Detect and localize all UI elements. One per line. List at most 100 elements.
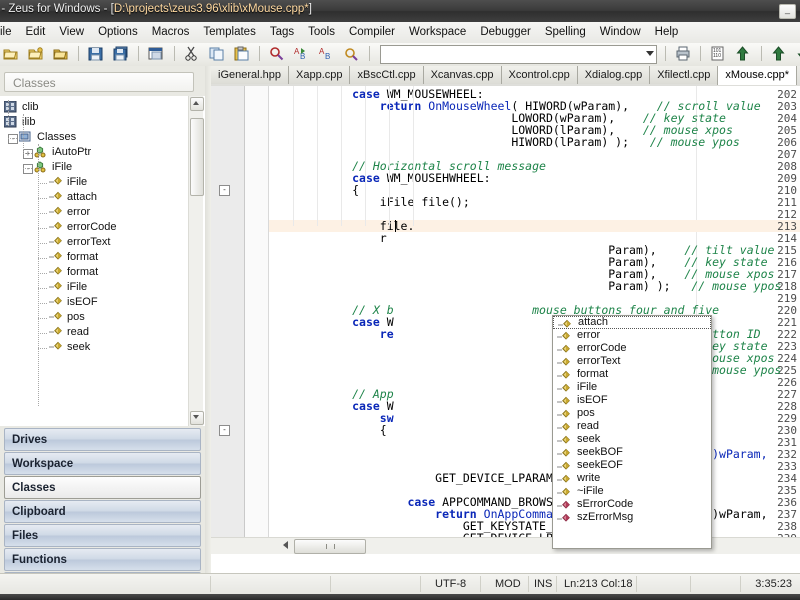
menu-item-tools[interactable]: Tools [301,22,342,41]
find-in-files-icon[interactable] [341,43,363,64]
window-icon[interactable] [145,43,167,64]
autocomplete-item[interactable]: pos [553,407,711,420]
minimize-button[interactable]: _ [779,4,796,19]
autocomplete-item[interactable]: seekEOF [553,459,711,472]
fold-toggle[interactable]: - [219,185,230,196]
tree-item[interactable]: errorText [0,235,190,250]
toolbar-combo[interactable] [380,45,657,64]
open-folder-icon[interactable] [0,43,22,64]
tree-item[interactable]: error [0,205,190,220]
tree-item[interactable]: format [0,265,190,280]
class-tree-scrollbar[interactable] [188,96,203,426]
tree-item[interactable]: seek [0,340,190,355]
autocomplete-item[interactable]: attach [553,316,711,329]
editor-tab-xcanvascpp[interactable]: Xcanvas.cpp [424,66,502,84]
editor-tab-xdialogcpp[interactable]: Xdialog.cpp [578,66,651,84]
editor-tab-xbscctlcpp[interactable]: xBscCtl.cpp [350,66,423,84]
print-icon[interactable] [672,43,694,64]
open-folder-3-icon[interactable] [50,43,72,64]
autocomplete-item[interactable]: seekBOF [553,446,711,459]
menu-item-macros[interactable]: Macros [145,22,197,41]
scroll-up-arrow[interactable] [190,97,204,111]
autocomplete-item[interactable]: seek [553,433,711,446]
autocomplete-item[interactable]: format [553,368,711,381]
tree-item[interactable]: iFile [0,280,190,295]
code-view[interactable]: 202 case WM_MOUSEWHEEL:203 return OnMous… [211,86,800,554]
menu-item-tags[interactable]: Tags [263,22,301,41]
editor-tab-xcontrolcpp[interactable]: Xcontrol.cpp [502,66,578,84]
autocomplete-item[interactable]: iFile [553,381,711,394]
sidebar-panel-classes[interactable]: Classes [4,476,201,499]
save-icon[interactable] [85,43,107,64]
indent-guide [413,86,414,226]
menu-item-templates[interactable]: Templates [196,22,262,41]
class-tree[interactable]: clibilib-Classes+iAutoPtr-iFileiFileatta… [0,96,205,426]
tree-item[interactable]: +iAutoPtr [0,145,190,160]
tree-expander[interactable]: - [23,164,33,174]
fold-column[interactable] [245,86,269,554]
sidebar-panel-clipboard[interactable]: Clipboard [4,500,201,523]
tree-item[interactable]: ilib [0,115,190,130]
autocomplete-item[interactable]: errorText [553,355,711,368]
line-numbers-icon[interactable]: 101110 [707,43,729,64]
tree-expander[interactable]: + [23,149,33,159]
method-icon [557,487,573,497]
save-all-icon[interactable] [110,43,132,64]
tree-item[interactable]: iFile [0,175,190,190]
scroll-down-arrow[interactable] [190,411,204,425]
autocomplete-item[interactable]: sErrorCode [553,498,711,511]
autocomplete-item[interactable]: isEOF [553,394,711,407]
tree-item[interactable]: format [0,250,190,265]
menu-item-workspace[interactable]: Workspace [402,22,473,41]
tree-item[interactable]: pos [0,310,190,325]
menu-item-view[interactable]: View [52,22,91,41]
bookmark-down-icon[interactable] [793,43,800,64]
tree-expander[interactable]: - [8,134,18,144]
tree-item[interactable]: clib [0,100,190,115]
tree-item[interactable]: -Classes [0,130,190,145]
tree-item[interactable]: -iFile [0,160,190,175]
replace-2-icon[interactable]: AB [316,43,338,64]
copy-icon[interactable] [206,43,228,64]
tree-item[interactable]: attach [0,190,190,205]
paste-icon[interactable] [231,43,253,64]
menu-item-window[interactable]: Window [593,22,648,41]
menu-item-options[interactable]: Options [91,22,145,41]
cut-icon[interactable] [181,43,203,64]
sidebar-panel-drives[interactable]: Drives [4,428,201,451]
svg-text:110: 110 [713,53,721,59]
menu-item-edit[interactable]: Edit [19,22,53,41]
find-icon[interactable] [266,43,288,64]
autocomplete-item[interactable]: read [553,420,711,433]
replace-icon[interactable]: AB [291,43,313,64]
sidebar-panel-files[interactable]: Files [4,524,201,547]
autocomplete-item[interactable]: szErrorMsg [553,511,711,524]
scroll-left-arrow[interactable] [283,541,288,549]
hscrollbar-thumb[interactable] [294,539,366,554]
tree-item[interactable]: isEOF [0,295,190,310]
autocomplete-item[interactable]: errorCode [553,342,711,355]
menu-item-ile[interactable]: ile [0,22,19,41]
bookmark-up-icon[interactable] [732,43,754,64]
sidebar-panel-workspace[interactable]: Workspace [4,452,201,475]
autocomplete-item[interactable]: write [553,472,711,485]
autocomplete-item[interactable]: ~iFile [553,485,711,498]
tree-connector [38,288,47,289]
menu-item-compiler[interactable]: Compiler [342,22,402,41]
tree-item[interactable]: read [0,325,190,340]
sidebar-panel-functions[interactable]: Functions [4,548,201,571]
editor-tab-xfilectlcpp[interactable]: Xfilectl.cpp [650,66,718,84]
editor-tab-igeneralhpp[interactable]: iGeneral.hpp [211,66,289,84]
scrollbar-thumb[interactable] [190,118,204,196]
autocomplete-popup[interactable]: attacherrorerrorCodeerrorTextformatiFile… [552,315,712,549]
fold-toggle[interactable]: - [219,425,230,436]
editor-tab-xmousecpp[interactable]: xMouse.cpp* [717,66,797,85]
editor-tab-xappcpp[interactable]: Xapp.cpp [289,66,350,84]
menu-item-spelling[interactable]: Spelling [538,22,593,41]
tree-item[interactable]: errorCode [0,220,190,235]
open-folder-2-icon[interactable] [25,43,47,64]
menu-item-debugger[interactable]: Debugger [473,22,538,41]
autocomplete-item[interactable]: error [553,329,711,342]
bookmark-up-2-icon[interactable] [768,43,790,64]
menu-item-help[interactable]: Help [648,22,686,41]
